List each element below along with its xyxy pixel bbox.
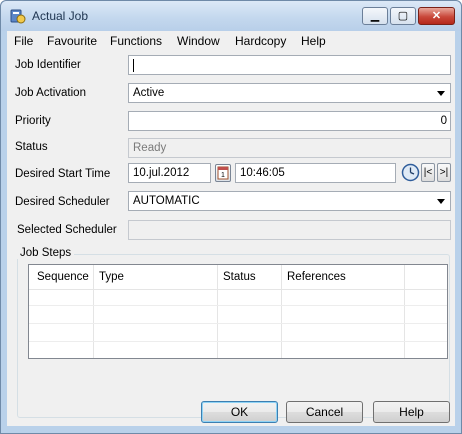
start-date-value: 10.jul.2012	[133, 167, 190, 179]
desired-scheduler-label: Desired Scheduler	[15, 196, 110, 208]
job-identifier-input[interactable]	[128, 55, 451, 75]
maximize-icon: ▢	[397, 10, 409, 22]
job-activation-select[interactable]: Active	[128, 83, 451, 103]
status-label: Status	[15, 141, 48, 153]
menu-functions[interactable]: Functions	[110, 34, 162, 48]
start-date-input[interactable]: 10.jul.2012	[128, 163, 211, 183]
column-divider	[281, 265, 282, 358]
minimize-icon: ▁	[370, 10, 380, 22]
ok-button[interactable]: OK	[201, 401, 278, 423]
minimize-button[interactable]: ▁	[362, 7, 388, 25]
job-activation-label: Job Activation	[15, 87, 86, 99]
row-divider	[29, 305, 447, 306]
priority-label: Priority	[15, 115, 51, 127]
start-time-input[interactable]: 10:46:05	[235, 163, 396, 183]
cancel-button[interactable]: Cancel	[286, 401, 363, 423]
time-last-button[interactable]: >|	[437, 163, 451, 182]
calendar-icon: 1	[217, 166, 229, 180]
menu-window[interactable]: Window	[177, 34, 220, 48]
menu-favourite[interactable]: Favourite	[47, 34, 97, 48]
menu-file[interactable]: File	[14, 34, 33, 48]
status-value: Ready	[133, 142, 167, 154]
job-steps-table[interactable]: Sequence Type Status References	[28, 264, 448, 359]
column-header-type[interactable]: Type	[99, 271, 124, 283]
job-app-icon	[10, 9, 26, 24]
row-divider	[29, 341, 447, 342]
priority-input[interactable]: 0	[128, 111, 451, 131]
table-header: Sequence Type Status References	[29, 265, 447, 290]
menu-help[interactable]: Help	[301, 34, 326, 48]
chevron-down-icon	[437, 91, 445, 96]
column-divider	[93, 265, 94, 358]
actual-job-window: Actual Job ▁ ▢ ✕ File Favourite Function…	[0, 0, 462, 434]
selected-scheduler-label: Selected Scheduler	[17, 224, 117, 236]
job-identifier-label: Job Identifier	[15, 59, 81, 71]
job-steps-title: Job Steps	[17, 247, 75, 259]
dialog-body: Job Identifier Job Activation Active Pri…	[7, 51, 455, 426]
column-header-references[interactable]: References	[287, 271, 346, 283]
close-icon: ✕	[431, 10, 442, 22]
column-header-status[interactable]: Status	[223, 271, 256, 283]
column-divider	[404, 265, 405, 358]
desired-scheduler-value: AUTOMATIC	[133, 195, 200, 207]
menu-hardcopy[interactable]: Hardcopy	[235, 34, 286, 48]
calendar-button[interactable]: 1	[215, 164, 231, 182]
start-time-value: 10:46:05	[240, 167, 285, 179]
text-caret	[133, 59, 134, 72]
help-button[interactable]: Help	[373, 401, 450, 423]
status-field: Ready	[128, 138, 451, 158]
window-title: Actual Job	[32, 9, 89, 23]
clock-icon	[401, 163, 420, 182]
title-bar[interactable]: Actual Job ▁ ▢ ✕	[1, 1, 461, 31]
time-first-button[interactable]: |<	[421, 163, 435, 182]
maximize-button[interactable]: ▢	[390, 7, 416, 25]
close-button[interactable]: ✕	[418, 7, 455, 25]
desired-scheduler-select[interactable]: AUTOMATIC	[128, 191, 451, 211]
column-divider	[217, 265, 218, 358]
svg-text:1: 1	[221, 172, 225, 179]
chevron-down-icon	[437, 199, 445, 204]
row-divider	[29, 323, 447, 324]
selected-scheduler-field	[128, 220, 451, 240]
column-header-sequence[interactable]: Sequence	[37, 271, 89, 283]
desired-start-time-label: Desired Start Time	[15, 168, 111, 180]
priority-value: 0	[440, 115, 447, 127]
menu-bar: File Favourite Functions Window Hardcopy…	[7, 31, 455, 51]
job-activation-value: Active	[133, 87, 165, 99]
clock-button[interactable]	[401, 163, 420, 182]
